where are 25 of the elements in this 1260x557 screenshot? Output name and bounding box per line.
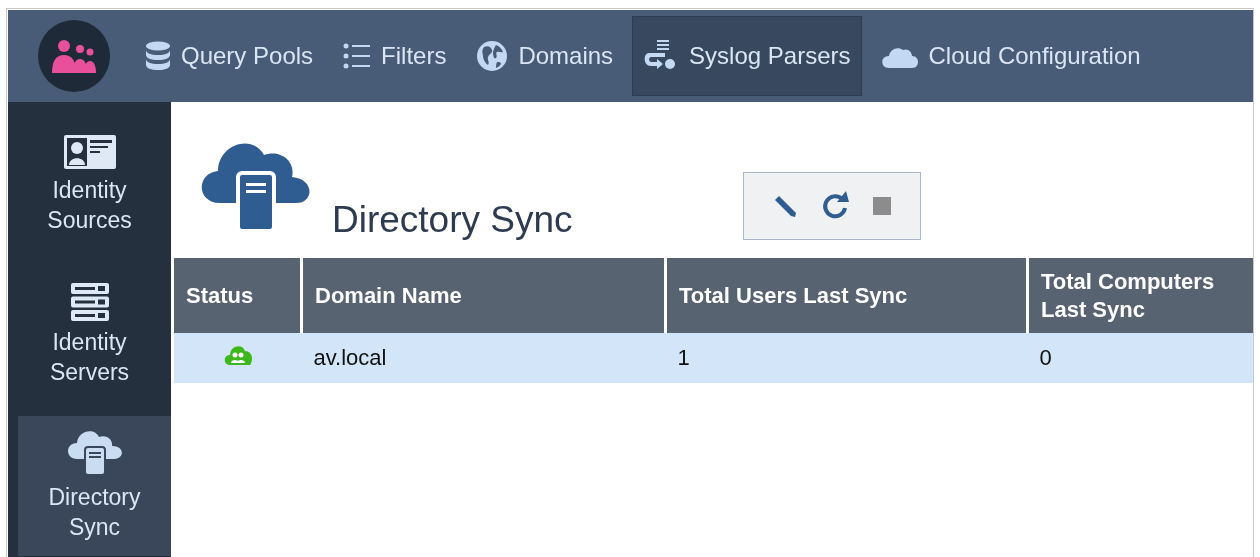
database-icon [145,41,171,71]
id-card-icon [62,134,117,171]
globe-icon [476,40,509,72]
column-header[interactable]: Status [174,258,302,333]
server-stack-icon [69,282,110,323]
status-icon [223,344,252,366]
sidebar-item[interactable]: Identity Servers [8,260,171,410]
table-cell: av.local [301,333,666,383]
column-header[interactable]: Domain Name [301,258,666,333]
column-header[interactable]: Total Users Last Sync [665,258,1028,333]
nav-tab[interactable]: Query Pools [134,16,325,96]
list-icon [343,43,372,69]
users-icon [50,38,98,74]
nav-tab[interactable]: Filters [332,16,458,96]
page-title: Directory Sync [332,199,573,241]
nav-tab[interactable]: Syslog Parsers [632,16,862,96]
nav-tab[interactable]: Domains [465,16,625,96]
table-cell: 0 [1027,333,1253,383]
nav-tab[interactable]: Cloud Configuration [869,16,1152,96]
table-row[interactable]: av.local 1 0 [174,333,1253,383]
sidebar-item[interactable]: Identity Sources [8,110,171,260]
stop-icon [871,196,892,216]
column-header[interactable]: Total Computers Last Sync [1027,258,1253,333]
table-cell: 1 [665,333,1028,383]
sidebar-item[interactable]: Directory Sync [18,416,171,556]
